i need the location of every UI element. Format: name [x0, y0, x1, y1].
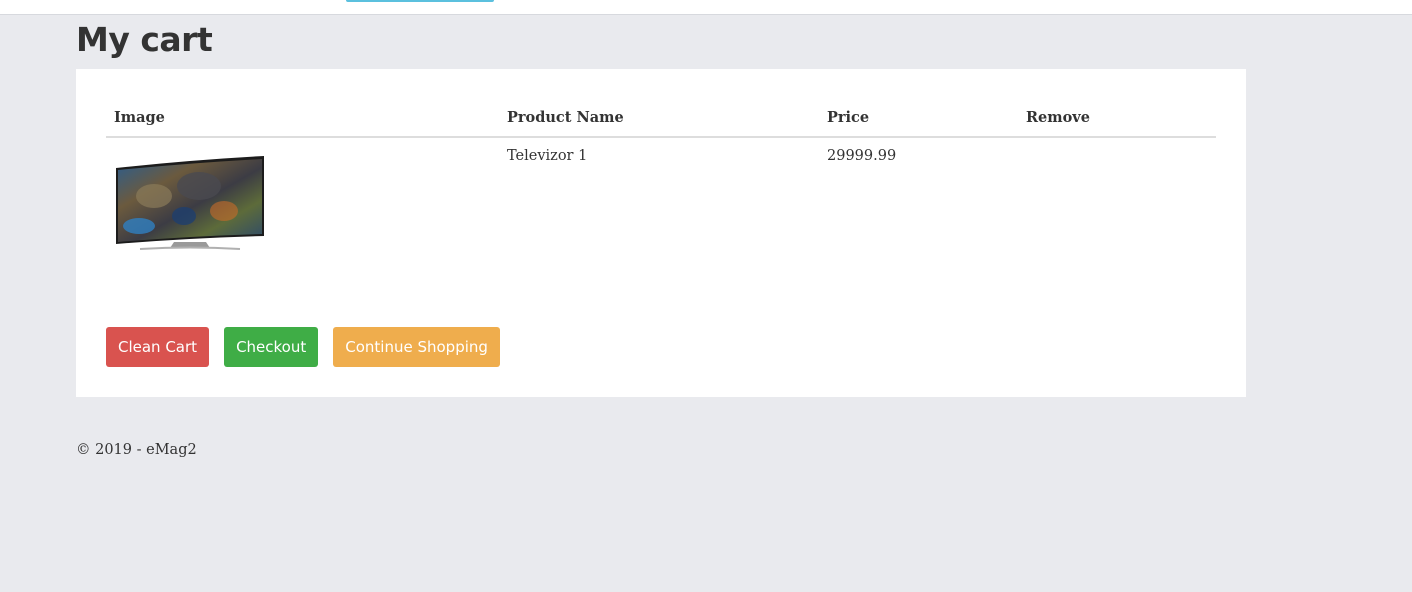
footer-copyright: © 2019 - eMag2	[76, 442, 197, 458]
continue-shopping-button[interactable]: Continue Shopping	[333, 327, 500, 367]
top-navbar	[0, 0, 1412, 15]
cell-price: 29999.99	[827, 148, 897, 164]
table-row: Televizor 1 29999.99	[106, 137, 1216, 268]
cart-actions: Clean Cart Checkout Continue Shopping	[106, 327, 500, 367]
page-title: My cart	[76, 20, 213, 59]
cell-image	[106, 137, 499, 268]
checkout-button[interactable]: Checkout	[224, 327, 319, 367]
cell-remove	[1018, 137, 1216, 268]
header-product-name: Product Name	[499, 98, 819, 138]
table-header-row: Image Product Name Price Remove	[106, 98, 1216, 138]
clean-cart-button[interactable]: Clean Cart	[106, 327, 210, 367]
cell-product-name: Televizor 1	[507, 148, 588, 164]
header-image: Image	[106, 98, 499, 138]
header-price: Price	[819, 98, 1018, 138]
header-remove: Remove	[1018, 98, 1216, 138]
navbar-active-tab[interactable]	[346, 0, 494, 2]
curved-tv-product-image	[116, 156, 264, 250]
cart-panel: Image Product Name Price Remove Televizo…	[76, 69, 1246, 397]
cart-table: Image Product Name Price Remove Televizo…	[106, 98, 1216, 268]
